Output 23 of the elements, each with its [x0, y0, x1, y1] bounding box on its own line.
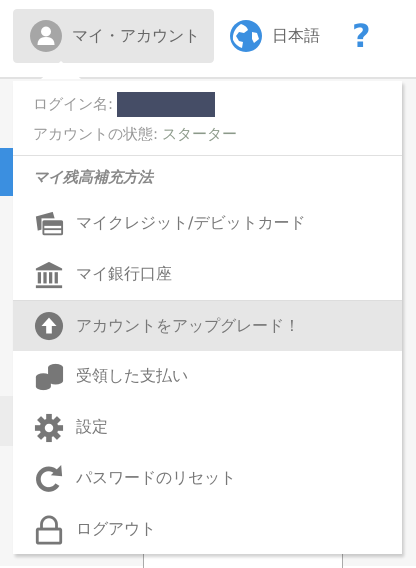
- coins-icon: [34, 362, 64, 392]
- menu-item[interactable]: マイ銀行口座: [13, 249, 402, 300]
- menu-item[interactable]: パスワードのリセット: [13, 453, 402, 504]
- account-status-value: スターター: [162, 124, 238, 144]
- help-button[interactable]: ?: [352, 9, 371, 63]
- globe-icon: [230, 20, 262, 52]
- login-name-label: ログイン名:: [33, 94, 114, 114]
- menu-item[interactable]: マイクレジット/デビットカード: [13, 198, 402, 249]
- menu-item[interactable]: 設定: [13, 402, 402, 453]
- account-status-label: アカウントの状態:: [33, 124, 158, 144]
- user-icon: [30, 20, 62, 52]
- arrow-up-circle-icon: [34, 311, 64, 341]
- section-heading: マイ残高補充方法: [32, 166, 156, 188]
- refresh-icon: [34, 464, 64, 494]
- menu-item[interactable]: アカウントをアップグレード！: [13, 300, 402, 351]
- menu-item[interactable]: 受領した支払い: [13, 351, 402, 402]
- settings-icon: [34, 412, 64, 442]
- account-button[interactable]: マイ・アカウント: [13, 9, 214, 63]
- language-button[interactable]: 日本語: [230, 9, 320, 63]
- lock-icon: [34, 514, 64, 544]
- accent-bar: [0, 148, 13, 196]
- bank-icon: [34, 260, 64, 290]
- menu-item[interactable]: ログアウト: [13, 504, 402, 555]
